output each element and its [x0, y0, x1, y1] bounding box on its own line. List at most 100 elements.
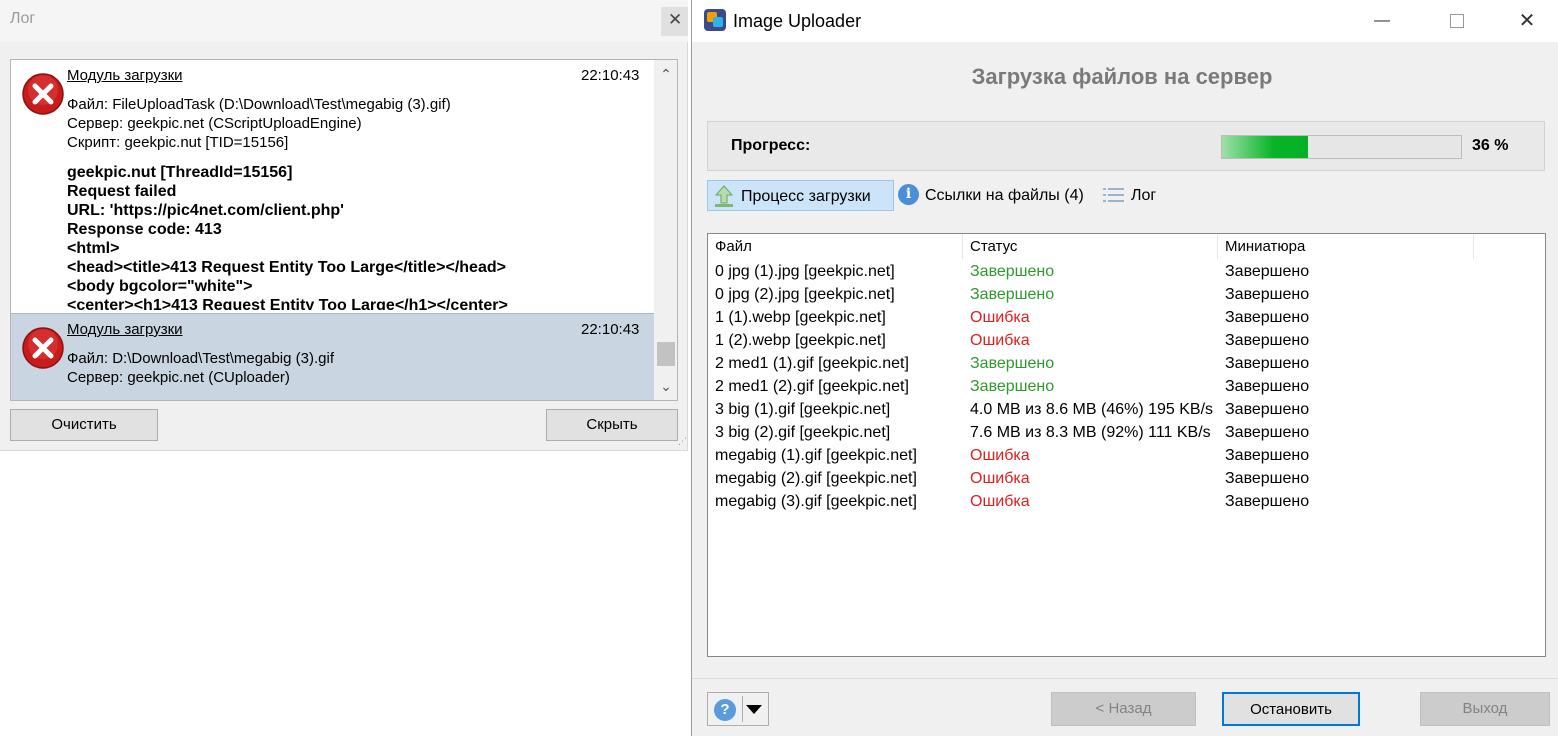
- status-cell: Ошибка: [970, 309, 1030, 326]
- thumbnail-status-cell: Завершено: [1225, 401, 1310, 418]
- log-entry[interactable]: Модуль загрузки 22:10:43 Файл: FileUploa…: [11, 60, 654, 310]
- log-entry-file-line: Файл: D:\Download\Test\megabig (3).gif: [67, 350, 334, 367]
- table-row[interactable]: 0 jpg (2).jpg [geekpic.net] Завершено Заве…: [708, 283, 1474, 306]
- help-icon: ?: [714, 699, 736, 721]
- status-cell: 4.0 MB из 8.6 MB (46%) 195 KB/s: [970, 401, 1214, 418]
- upload-arrow-icon: [714, 185, 734, 207]
- log-window: Лог ✕ Модуль загрузки 22:10:43 Файл: Fil…: [0, 0, 688, 451]
- log-entry-server-line: Сервер: geekpic.net (CUploader): [67, 369, 290, 386]
- split-divider: [742, 696, 743, 722]
- file-name-cell: 2 med1 (1).gif [geekpic.net]: [715, 355, 909, 372]
- log-entry-file-line: Файл: FileUploadTask (D:\Download\Test\m…: [67, 96, 451, 113]
- log-titlebar[interactable]: Лог ✕: [0, 0, 688, 42]
- scroll-down-icon[interactable]: ⌄: [654, 372, 677, 400]
- column-header-status[interactable]: Статус: [963, 234, 1218, 259]
- tab-upload-process[interactable]: Процесс загрузки: [707, 180, 894, 211]
- scroll-up-icon[interactable]: ⌃: [654, 60, 677, 88]
- thumbnail-status-cell: Завершено: [1225, 447, 1310, 464]
- status-cell: Ошибка: [970, 493, 1030, 510]
- log-entry-selected[interactable]: Модуль загрузки 22:10:43 Файл: D:\Downlo…: [11, 313, 654, 400]
- file-name-cell: 3 big (2).gif [geekpic.net]: [715, 424, 891, 441]
- status-cell: Завершено: [970, 286, 1055, 303]
- progress-label: Прогресс:: [731, 137, 811, 154]
- files-table[interactable]: Файл Статус Миниатюра 0 jpg (1).jpg [gee…: [707, 233, 1546, 657]
- uploader-footer: ? < Назад Остановить Выход: [692, 678, 1558, 736]
- file-name-cell: megabig (2).gif [geekpic.net]: [715, 470, 917, 487]
- uploader-titlebar[interactable]: Image Uploader — ✕: [692, 0, 1558, 42]
- maximize-button[interactable]: [1437, 4, 1477, 38]
- log-detail-line: Request failed: [67, 183, 177, 200]
- tab-file-links[interactable]: i Ссылки на файлы (4): [898, 180, 1098, 211]
- log-detail-line: URL: 'https://pic4net.com/client.php': [67, 202, 344, 219]
- log-detail-line: geekpic.nut [ThreadId=15156]: [67, 164, 293, 181]
- stop-button[interactable]: Остановить: [1222, 692, 1360, 726]
- thumbnail-status-cell: Завершено: [1225, 355, 1310, 372]
- log-entry-time: 22:10:43: [581, 67, 640, 84]
- thumbnail-status-cell: Завершено: [1225, 309, 1310, 326]
- table-row[interactable]: 0 jpg (1).jpg [geekpic.net] Завершено Заве…: [708, 260, 1474, 283]
- log-entry-server-line: Сервер: geekpic.net (CScriptUploadEngine…: [67, 115, 362, 132]
- file-name-cell: 3 big (1).gif [geekpic.net]: [715, 401, 891, 418]
- table-row[interactable]: 1 (2).webp [geekpic.net] Ошибка Завершено: [708, 329, 1474, 352]
- table-row[interactable]: 3 big (1).gif [geekpic.net] 4.0 MB из 8.6…: [708, 398, 1474, 421]
- back-button[interactable]: < Назад: [1051, 692, 1196, 726]
- progress-bar: [1221, 135, 1462, 159]
- thumbnail-status-cell: Завершено: [1225, 378, 1310, 395]
- tab-label: Лог: [1131, 187, 1157, 204]
- error-icon: [22, 327, 64, 369]
- log-detail-line: <body bgcolor="white">: [67, 278, 253, 295]
- help-button[interactable]: ?: [707, 692, 769, 726]
- file-name-cell: 1 (1).webp [geekpic.net]: [715, 309, 886, 326]
- thumbnail-status-cell: Завершено: [1225, 263, 1310, 280]
- column-header-thumbnail[interactable]: Миниатюра: [1218, 234, 1474, 259]
- file-name-cell: 1 (2).webp [geekpic.net]: [715, 332, 886, 349]
- column-header-file[interactable]: Файл: [708, 234, 963, 259]
- log-entry-module-link[interactable]: Модуль загрузки: [67, 321, 183, 338]
- status-cell: Ошибка: [970, 470, 1030, 487]
- uploader-window: Image Uploader — ✕ Загрузка файлов на се…: [691, 0, 1558, 736]
- minimize-button[interactable]: —: [1362, 4, 1402, 38]
- log-detail-line: Response code: 413: [67, 221, 222, 238]
- close-button[interactable]: ✕: [1507, 4, 1547, 38]
- uploader-window-title: Image Uploader: [733, 11, 862, 31]
- thumbnail-status-cell: Завершено: [1225, 286, 1310, 303]
- table-row[interactable]: 3 big (2).gif [geekpic.net] 7.6 MB из 8.3…: [708, 421, 1474, 444]
- thumbnail-status-cell: Завершено: [1225, 470, 1310, 487]
- error-icon: [22, 73, 64, 115]
- scroll-thumb[interactable]: [657, 342, 675, 366]
- page-title: Загрузка файлов на сервер: [971, 64, 1273, 89]
- info-icon: i: [898, 184, 919, 205]
- table-row[interactable]: megabig (3).gif [geekpic.net] Ошибка Завер…: [708, 490, 1474, 513]
- uploader-header: Загрузка файлов на сервер: [692, 42, 1558, 114]
- table-row[interactable]: 2 med1 (1).gif [geekpic.net] Завершено Зав…: [708, 352, 1474, 375]
- status-cell: Ошибка: [970, 332, 1030, 349]
- progress-percent: 36 %: [1472, 137, 1509, 154]
- table-row[interactable]: megabig (1).gif [geekpic.net] Ошибка Завер…: [708, 444, 1474, 467]
- table-row[interactable]: 2 med1 (2).gif [geekpic.net] Завершено Зав…: [708, 375, 1474, 398]
- status-cell: Ошибка: [970, 447, 1030, 464]
- resize-grip-icon[interactable]: ⋰: [678, 436, 687, 447]
- thumbnail-status-cell: Завершено: [1225, 424, 1310, 441]
- log-entry-script-line: Скрипт: geekpic.nut [TID=15156]: [67, 134, 289, 151]
- log-close-button[interactable]: ✕: [661, 7, 688, 36]
- table-row[interactable]: megabig (2).gif [geekpic.net] Ошибка Завер…: [708, 467, 1474, 490]
- file-name-cell: 0 jpg (2).jpg [geekpic.net]: [715, 286, 895, 303]
- log-scrollbar[interactable]: ⌃ ⌄: [654, 60, 677, 400]
- hide-button[interactable]: Скрыть: [546, 409, 678, 441]
- table-row[interactable]: 1 (1).webp [geekpic.net] Ошибка Завершено: [708, 306, 1474, 329]
- exit-button[interactable]: Выход: [1420, 692, 1550, 726]
- thumbnail-status-cell: Завершено: [1225, 493, 1310, 510]
- status-cell: 7.6 MB из 8.3 MB (92%) 111 KB/s: [970, 424, 1211, 441]
- progress-bar-fill: [1222, 136, 1309, 158]
- dropdown-arrow-icon[interactable]: [746, 705, 762, 714]
- list-icon: [1103, 188, 1124, 202]
- tab-log[interactable]: Лог: [1102, 180, 1182, 211]
- log-entry-module-link[interactable]: Модуль загрузки: [67, 67, 183, 84]
- tab-label: Ссылки на файлы (4): [925, 187, 1084, 204]
- progress-panel: Прогресс: 36 %: [707, 121, 1545, 171]
- log-entry-time: 22:10:43: [581, 321, 640, 338]
- log-list[interactable]: Модуль загрузки 22:10:43 Файл: FileUploa…: [10, 59, 678, 401]
- log-detail-line: <head><title>413 Request Entity Too Larg…: [67, 259, 506, 276]
- clear-button[interactable]: Очистить: [10, 409, 158, 441]
- log-window-title: Лог: [10, 10, 36, 27]
